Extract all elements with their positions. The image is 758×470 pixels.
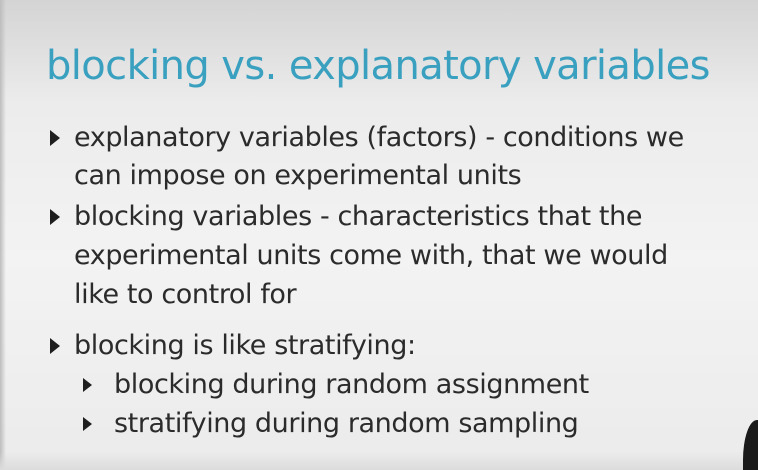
triangle-right-icon	[50, 209, 60, 225]
bullet-line: explanatory variables (factors) - condit…	[74, 122, 684, 153]
bottom-edge-shadow	[0, 452, 758, 470]
triangle-right-icon	[50, 130, 60, 146]
triangle-right-icon	[50, 338, 60, 354]
slide: blocking vs. explanatory variables expla…	[0, 0, 758, 470]
bullet-line: blocking is like stratifying:	[74, 330, 416, 361]
triangle-right-icon	[83, 417, 92, 431]
slide-title: blocking vs. explanatory variables	[46, 43, 711, 89]
sub-bullet-line: stratifying during random sampling	[114, 408, 579, 439]
sub-bullet-line: blocking during random assignment	[114, 369, 589, 400]
triangle-right-icon	[83, 378, 92, 392]
bullet-line: experimental units come with, that we wo…	[74, 240, 668, 271]
bullet-line: blocking variables - characteristics tha…	[74, 201, 643, 232]
bullet-line: like to control for	[74, 279, 297, 310]
bullet-line: can impose on experimental units	[74, 160, 522, 191]
corner-shape	[743, 420, 758, 470]
left-edge-shadow	[0, 0, 6, 470]
